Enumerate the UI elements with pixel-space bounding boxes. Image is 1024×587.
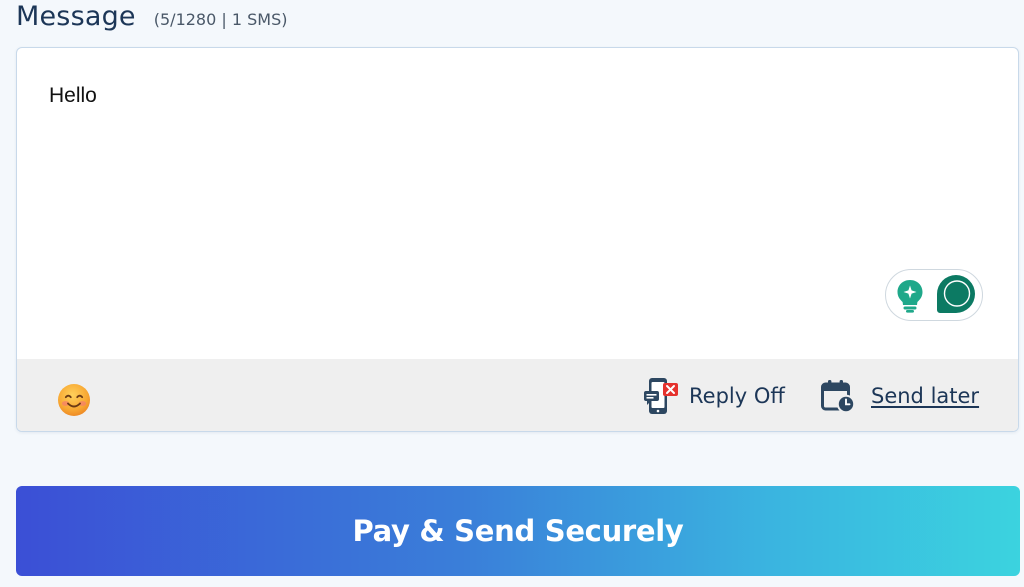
toggle-icon[interactable] (936, 274, 976, 314)
message-header: Message (5/1280 | 1 SMS) (16, 0, 287, 34)
lightbulb-sparkle-icon[interactable] (896, 279, 924, 313)
pay-and-send-button[interactable]: Pay & Send Securely (16, 486, 1020, 576)
calendar-clock-icon (821, 380, 855, 413)
phone-reply-off-icon (644, 378, 678, 414)
send-later-link[interactable]: Send later (821, 376, 979, 416)
character-counter: (5/1280 | 1 SMS) (153, 10, 288, 29)
message-composer[interactable]: Hello Reply Off Send later (16, 47, 1019, 432)
reply-off-toggle[interactable]: Reply Off (643, 376, 785, 416)
ai-assist-toggle[interactable] (885, 269, 983, 321)
reply-off-label: Reply Off (689, 384, 785, 408)
message-title: Message (16, 1, 136, 32)
send-later-label: Send later (871, 384, 980, 408)
smiling-face-icon[interactable] (57, 383, 91, 417)
composer-toolbar: Reply Off Send later (17, 359, 1018, 431)
message-textarea[interactable]: Hello (49, 84, 97, 108)
